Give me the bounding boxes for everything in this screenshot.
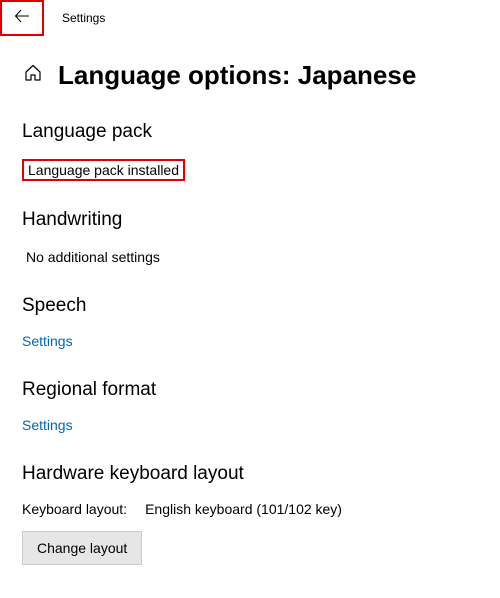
handwriting-heading: Handwriting [22, 209, 478, 231]
section-speech: Speech Settings [22, 295, 478, 351]
change-layout-button[interactable]: Change layout [22, 531, 142, 565]
title-bar: Settings [0, 0, 500, 36]
regional-format-heading: Regional format [22, 379, 478, 401]
language-pack-status: Language pack installed [22, 159, 185, 181]
home-icon [24, 64, 42, 87]
page-header: Language options: Japanese [22, 60, 478, 91]
keyboard-layout-value: English keyboard (101/102 key) [145, 501, 342, 517]
section-language-pack: Language pack Language pack installed [22, 121, 478, 181]
keyboard-layout-label: Keyboard layout: [22, 501, 127, 517]
language-pack-heading: Language pack [22, 121, 478, 143]
section-hardware-keyboard: Hardware keyboard layout Keyboard layout… [22, 463, 478, 565]
regional-format-settings-link[interactable]: Settings [22, 417, 73, 433]
handwriting-status: No additional settings [22, 247, 164, 267]
content-area: Language options: Japanese Language pack… [0, 36, 500, 565]
back-arrow-icon [14, 8, 30, 29]
speech-settings-link[interactable]: Settings [22, 333, 73, 349]
section-handwriting: Handwriting No additional settings [22, 209, 478, 267]
back-button[interactable] [0, 0, 44, 36]
hardware-keyboard-heading: Hardware keyboard layout [22, 463, 478, 485]
speech-heading: Speech [22, 295, 478, 317]
window-title: Settings [62, 11, 105, 25]
page-title: Language options: Japanese [58, 60, 416, 91]
section-regional-format: Regional format Settings [22, 379, 478, 435]
keyboard-layout-row: Keyboard layout: English keyboard (101/1… [22, 501, 478, 517]
home-button[interactable] [22, 65, 44, 87]
